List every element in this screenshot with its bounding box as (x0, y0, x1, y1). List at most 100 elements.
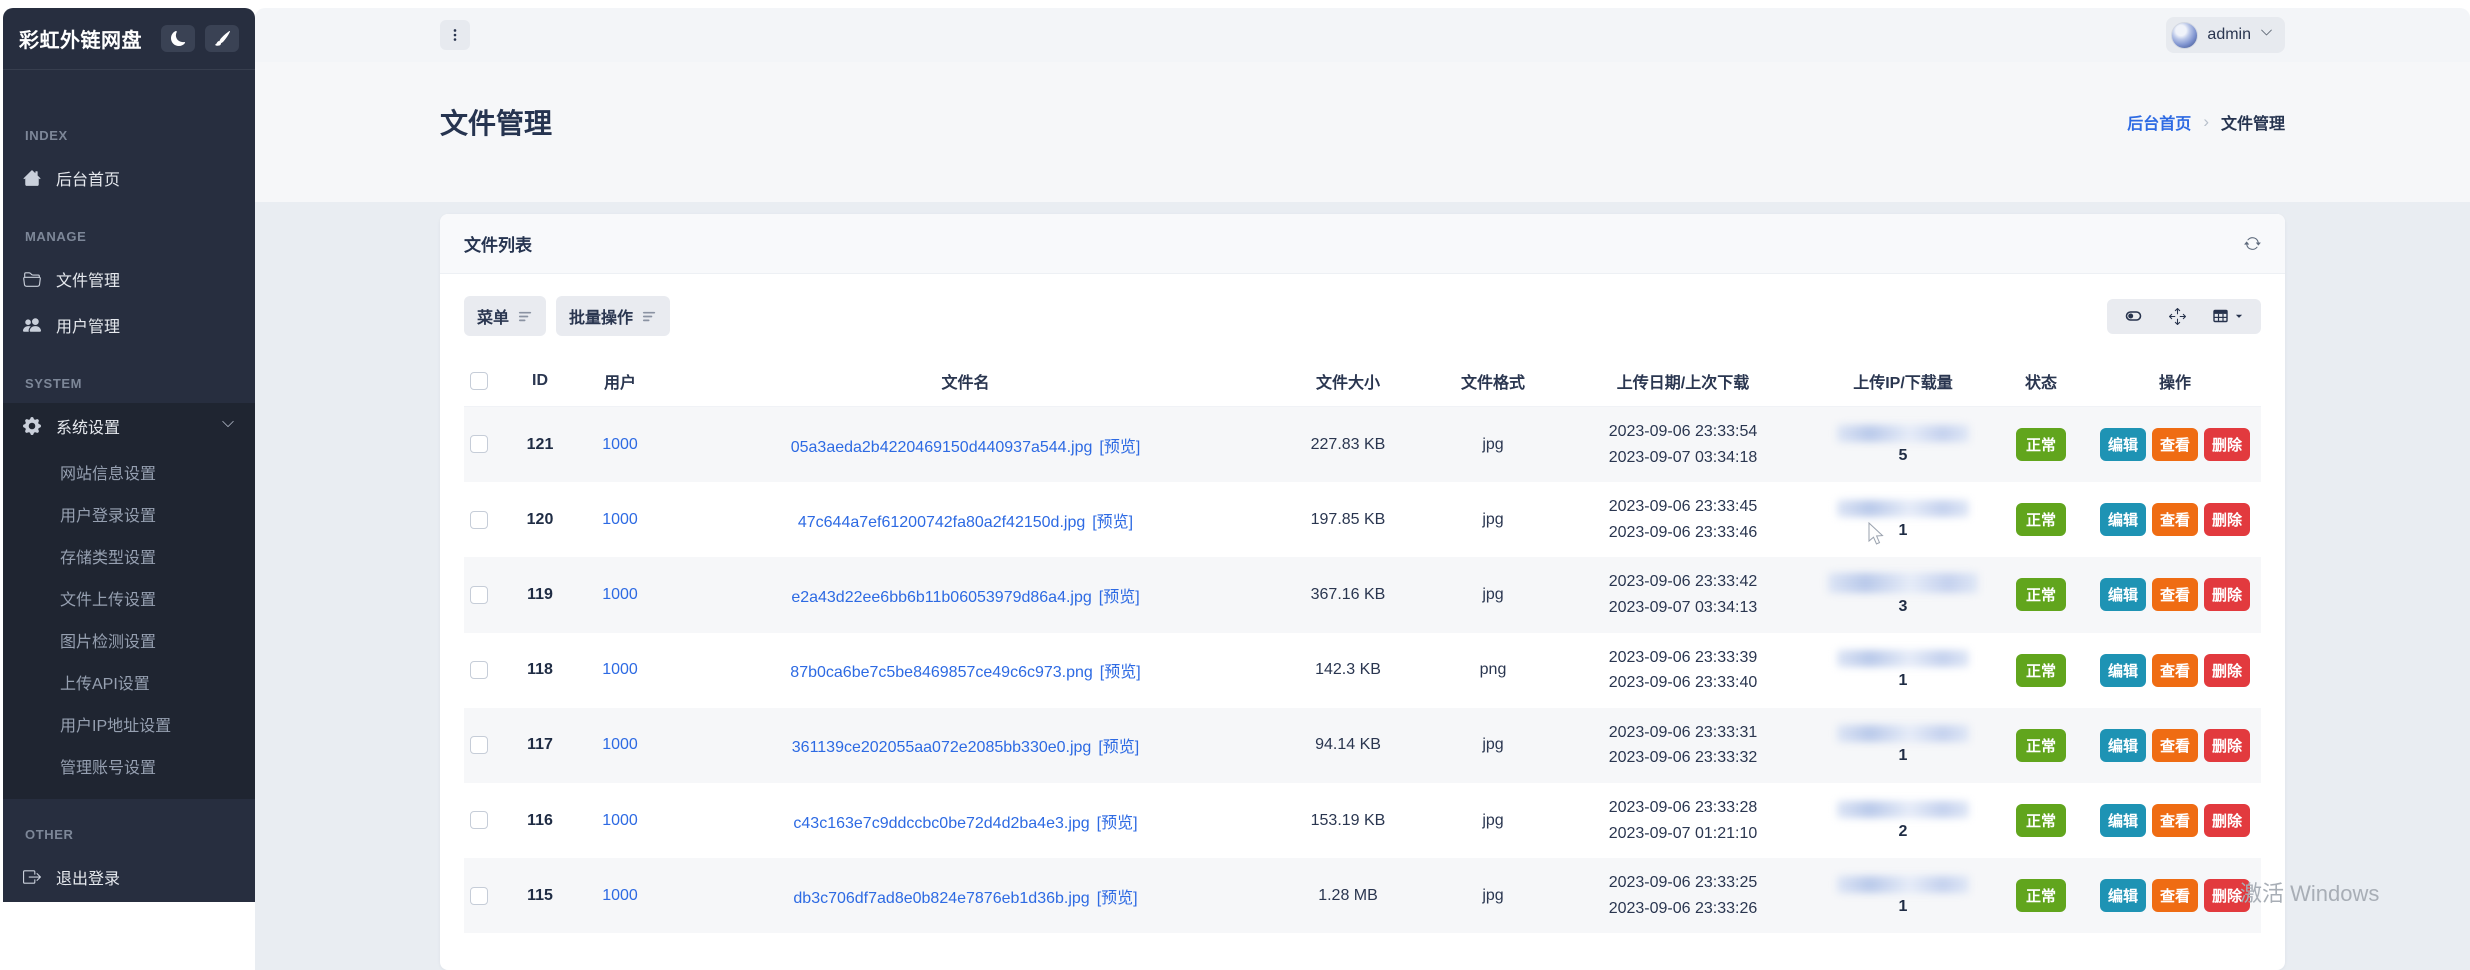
sidebar-item-settings[interactable]: 系统设置 (3, 403, 255, 449)
app-title: 彩虹外链网盘 (19, 24, 151, 53)
row-checkbox[interactable] (470, 811, 488, 829)
file-name-cell: db3c706df7ad8e0b824e7876eb1d36b.jpg [预览] (668, 858, 1263, 933)
delete-button[interactable]: 删除 (2204, 879, 2250, 912)
submenu-item[interactable]: 图片检测设置 (3, 619, 255, 661)
user-link[interactable]: 1000 (602, 586, 638, 603)
user-menu[interactable]: admin (2166, 17, 2285, 53)
view-button[interactable]: 查看 (2152, 879, 2198, 912)
view-button[interactable]: 查看 (2152, 578, 2198, 611)
row-select-cell (464, 858, 508, 933)
file-name-link[interactable]: 05a3aeda2b4220469150d440937a544.jpg (791, 439, 1093, 456)
table-row: 116 1000 c43c163e7c9ddccbc0be72d4d2ba4e3… (464, 783, 2261, 858)
preview-link[interactable]: [预览] (1092, 514, 1133, 531)
file-name-link[interactable]: c43c163e7c9ddccbc0be72d4d2ba4e3.jpg (793, 815, 1089, 832)
file-user-cell: 1000 (572, 783, 668, 858)
upload-date: 2023-09-06 23:33:42 (1559, 569, 1807, 595)
select-all-checkbox[interactable] (470, 372, 488, 390)
column-header-user: 用户 (572, 356, 668, 407)
edit-button[interactable]: 编辑 (2100, 804, 2146, 837)
submenu-item[interactable]: 文件上传设置 (3, 577, 255, 619)
view-button[interactable]: 查看 (2152, 654, 2198, 687)
page-title: 文件管理 (440, 102, 552, 142)
delete-button[interactable]: 删除 (2204, 578, 2250, 611)
sidebar-item-users[interactable]: 用户管理 (3, 302, 255, 348)
breadcrumb-home-link[interactable]: 后台首页 (2127, 110, 2191, 134)
preview-link[interactable]: [预览] (1097, 815, 1138, 832)
row-checkbox[interactable] (470, 661, 488, 679)
edit-button[interactable]: 编辑 (2100, 503, 2146, 536)
view-button[interactable]: 查看 (2152, 428, 2198, 461)
delete-button[interactable]: 删除 (2204, 428, 2250, 461)
row-checkbox[interactable] (470, 736, 488, 754)
preview-link[interactable]: [预览] (1099, 589, 1140, 606)
user-link[interactable]: 1000 (602, 661, 638, 678)
view-button[interactable]: 查看 (2152, 729, 2198, 762)
column-header-id: ID (508, 356, 572, 407)
refresh-button[interactable] (2244, 235, 2261, 252)
preview-link[interactable]: [预览] (1099, 439, 1140, 456)
file-status: 正常 (1993, 407, 2089, 483)
file-name-link[interactable]: e2a43d22ee6bb6b11b06053979d86a4.jpg (791, 589, 1091, 606)
toggle-icon (2124, 308, 2143, 324)
user-link[interactable]: 1000 (602, 887, 638, 904)
delete-button[interactable]: 删除 (2204, 503, 2250, 536)
file-name-link[interactable]: 361139ce202055aa072e2085bb330e0.jpg (792, 739, 1092, 756)
preview-link[interactable]: [预览] (1098, 739, 1139, 756)
last-download-date: 2023-09-06 23:33:46 (1559, 520, 1807, 546)
edit-button[interactable]: 编辑 (2100, 578, 2146, 611)
censored-ip (1837, 425, 1969, 442)
row-checkbox[interactable] (470, 435, 488, 453)
sidebar-item-home[interactable]: 后台首页 (3, 155, 255, 201)
user-link[interactable]: 1000 (602, 812, 638, 829)
submenu-item[interactable]: 用户IP地址设置 (3, 703, 255, 745)
menu-dropdown-button[interactable]: 菜单 (464, 296, 546, 336)
submenu-item[interactable]: 上传API设置 (3, 661, 255, 703)
submenu-item[interactable]: 存储类型设置 (3, 535, 255, 577)
dark-mode-button[interactable] (161, 25, 195, 52)
toggle-view-button[interactable] (2124, 308, 2143, 324)
preview-link[interactable]: [预览] (1097, 890, 1138, 907)
batch-actions-button[interactable]: 批量操作 (556, 296, 670, 336)
user-link[interactable]: 1000 (602, 511, 638, 528)
delete-button[interactable]: 删除 (2204, 729, 2250, 762)
fullscreen-move-button[interactable] (2169, 308, 2186, 325)
sidebar-item-files[interactable]: 文件管理 (3, 256, 255, 302)
delete-button[interactable]: 删除 (2204, 804, 2250, 837)
download-count: 3 (1819, 598, 1987, 616)
sidebar-item-logout[interactable]: 退出登录 (3, 854, 255, 900)
file-name-link[interactable]: db3c706df7ad8e0b824e7876eb1d36b.jpg (793, 890, 1089, 907)
section-label-index: INDEX (3, 128, 255, 143)
edit-button[interactable]: 编辑 (2100, 654, 2146, 687)
card-header: 文件列表 (440, 214, 2285, 274)
submenu-item[interactable]: 管理账号设置 (3, 745, 255, 787)
censored-ip (1837, 876, 1969, 893)
delete-button[interactable]: 删除 (2204, 654, 2250, 687)
view-button[interactable]: 查看 (2152, 503, 2198, 536)
row-checkbox[interactable] (470, 586, 488, 604)
download-count: 1 (1819, 898, 1987, 916)
edit-button[interactable]: 编辑 (2100, 428, 2146, 461)
user-link[interactable]: 1000 (602, 436, 638, 453)
preview-link[interactable]: [预览] (1100, 664, 1141, 681)
columns-dropdown-button[interactable] (2212, 308, 2244, 324)
edit-button[interactable]: 编辑 (2100, 879, 2146, 912)
theme-brush-button[interactable] (205, 25, 239, 52)
file-user-cell: 1000 (572, 557, 668, 632)
user-link[interactable]: 1000 (602, 736, 638, 753)
file-name-link[interactable]: 47c644a7ef61200742fa80a2f42150d.jpg (798, 514, 1085, 531)
file-name-link[interactable]: 87b0ca6be7c5be8469857ce49c6c973.png (790, 664, 1093, 681)
edit-button[interactable]: 编辑 (2100, 729, 2146, 762)
submenu-item[interactable]: 网站信息设置 (3, 451, 255, 493)
view-button[interactable]: 查看 (2152, 804, 2198, 837)
file-status: 正常 (1993, 858, 2089, 933)
topbar-menu-button[interactable] (440, 20, 470, 50)
file-actions: 编辑查看删除 (2089, 783, 2261, 858)
file-ip-downloads: 1 (1813, 633, 1993, 708)
row-checkbox[interactable] (470, 511, 488, 529)
file-name-cell: e2a43d22ee6bb6b11b06053979d86a4.jpg [预览] (668, 557, 1263, 632)
file-user-cell: 1000 (572, 858, 668, 933)
menu-button-label: 菜单 (477, 304, 509, 328)
table-row: 117 1000 361139ce202055aa072e2085bb330e0… (464, 708, 2261, 783)
submenu-item[interactable]: 用户登录设置 (3, 493, 255, 535)
file-format: jpg (1433, 708, 1553, 783)
